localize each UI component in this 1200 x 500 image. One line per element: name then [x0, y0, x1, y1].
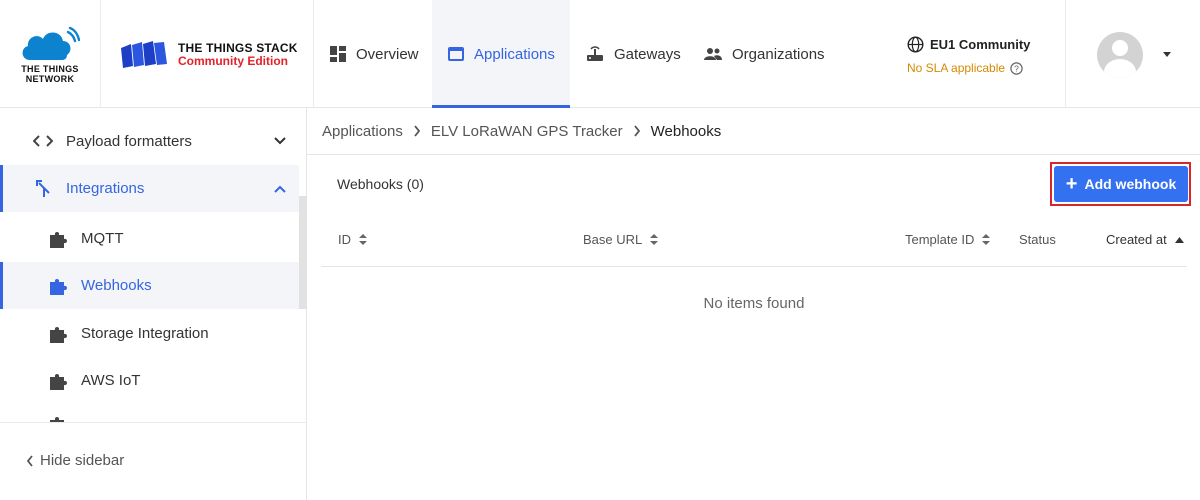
globe-icon — [907, 36, 924, 53]
app-root: THE THINGS NETWORK THE THINGS STACK Comm… — [0, 0, 1200, 500]
sidebar-item-webhooks[interactable]: Webhooks — [0, 262, 299, 309]
help-circle-icon[interactable]: ? — [1010, 61, 1023, 75]
column-header-label: Template ID — [905, 232, 975, 247]
cluster-selector[interactable]: EU1 Community No SLA applicable ? — [907, 36, 1030, 75]
table-divider — [321, 266, 1187, 267]
nav-applications-label: Applications — [474, 45, 555, 63]
empty-state-text: No items found — [703, 295, 805, 312]
column-header-label: Created at — [1106, 232, 1167, 247]
hide-sidebar-footer: Hide sidebar — [0, 422, 307, 500]
sidebar-item-label: Webhooks — [81, 277, 152, 294]
column-header-status: Status — [1019, 232, 1056, 247]
hide-sidebar-button[interactable]: Hide sidebar — [26, 452, 124, 469]
sidebar-item-payload-formatters[interactable]: Payload formatters — [0, 120, 299, 162]
ttn-logo-text: THE THINGS NETWORK — [21, 64, 79, 84]
column-header-created-at[interactable]: Created at — [1106, 232, 1184, 247]
nav-overview[interactable]: Overview — [314, 0, 432, 108]
nav-gateways-label: Gateways — [614, 45, 681, 63]
nav-organizations[interactable]: Organizations — [688, 0, 841, 108]
column-header-label: ID — [338, 232, 351, 247]
puzzle-icon — [48, 414, 68, 422]
nav-gateways[interactable]: Gateways — [570, 0, 688, 108]
breadcrumb: Applications ELV LoRaWAN GPS Tracker Web… — [307, 108, 1200, 155]
tts-title: THE THINGS STACK — [178, 41, 298, 55]
sidebar-item-label: Storage Integration — [81, 325, 209, 342]
sidebar-item-partial — [0, 412, 299, 422]
ttn-logo[interactable]: THE THINGS NETWORK — [0, 0, 101, 108]
breadcrumb-application[interactable]: ELV LoRaWAN GPS Tracker — [431, 123, 623, 140]
svg-text:?: ? — [1014, 63, 1019, 73]
sort-ascending-icon — [1174, 236, 1184, 243]
column-header-id[interactable]: ID — [338, 232, 367, 247]
caret-down-icon[interactable] — [1163, 52, 1171, 57]
sidebar-scrollbar[interactable] — [299, 196, 307, 309]
sidebar-item-storage-integration[interactable]: Storage Integration — [0, 310, 299, 357]
sidebar: Payload formatters Integrations MQTT Web… — [0, 108, 307, 500]
chevron-right-icon — [413, 125, 421, 137]
column-header-base-url[interactable]: Base URL — [583, 232, 659, 247]
chevron-down-icon — [274, 137, 286, 145]
cluster-name: EU1 Community — [930, 37, 1031, 52]
chevron-left-icon — [26, 454, 33, 467]
people-icon — [704, 47, 722, 61]
column-header-label: Status — [1019, 232, 1056, 247]
application-window-icon — [448, 47, 464, 61]
add-webhook-button[interactable]: + Add webhook — [1054, 166, 1188, 202]
puzzle-icon — [48, 324, 68, 344]
tts-subtitle: Community Edition — [178, 54, 288, 68]
sidebar-item-label: AWS IoT — [81, 372, 141, 389]
chevron-up-icon — [274, 185, 286, 193]
puzzle-icon — [48, 229, 68, 249]
puzzle-icon — [48, 276, 68, 296]
column-header-template-id[interactable]: Template ID — [905, 232, 991, 247]
sort-icon — [650, 234, 659, 245]
sidebar-item-mqtt[interactable]: MQTT — [0, 215, 299, 262]
sort-icon — [359, 234, 367, 245]
page-title: Webhooks (0) — [337, 176, 424, 192]
sidebar-item-label: MQTT — [81, 230, 124, 247]
code-icon — [33, 134, 53, 148]
tts-logo-mark-icon — [121, 41, 167, 68]
sidebar-item-aws-iot[interactable]: AWS IoT — [0, 357, 299, 404]
chevron-right-icon — [633, 125, 641, 137]
nav-applications[interactable]: Applications — [432, 0, 570, 108]
sidebar-item-label: Payload formatters — [66, 132, 192, 150]
hide-sidebar-label: Hide sidebar — [40, 452, 125, 469]
sla-text: No SLA applicable — [907, 61, 1006, 75]
nav-overview-label: Overview — [356, 45, 419, 63]
tts-logo[interactable]: THE THINGS STACK Community Edition — [101, 0, 314, 108]
cloud-icon — [22, 26, 80, 60]
puzzle-icon — [48, 371, 68, 391]
avatar-icon[interactable] — [1097, 32, 1143, 78]
merge-icon — [36, 179, 52, 198]
breadcrumb-applications[interactable]: Applications — [322, 123, 403, 140]
plus-icon: + — [1065, 173, 1078, 195]
main-nav: Overview Applications Gateways Organizat… — [314, 0, 841, 108]
nav-organizations-label: Organizations — [732, 45, 825, 63]
add-webhook-label: Add webhook — [1084, 176, 1177, 192]
top-header: THE THINGS NETWORK THE THINGS STACK Comm… — [0, 0, 1200, 108]
sort-icon — [982, 234, 991, 245]
breadcrumb-current: Webhooks — [650, 122, 722, 140]
column-header-label: Base URL — [583, 232, 643, 247]
sidebar-item-integrations[interactable]: Integrations — [0, 165, 299, 212]
dashboard-icon — [330, 46, 346, 62]
profile-dropdown[interactable] — [1065, 0, 1200, 108]
router-icon — [586, 46, 604, 62]
sidebar-item-label: Integrations — [66, 180, 145, 197]
